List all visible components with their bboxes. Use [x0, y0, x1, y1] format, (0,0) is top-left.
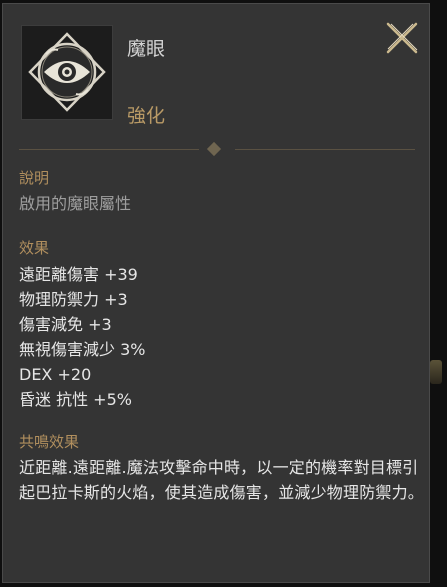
effect-item: 遠距離傷害 +39: [19, 265, 138, 284]
description-title: 說明: [19, 169, 50, 187]
item-tooltip-panel: 魔眼 強化 說明 啟用的魔眼屬性 效果 遠距離傷害 +39 物理防禦力 +3 傷…: [2, 3, 430, 583]
close-icon: [386, 22, 418, 54]
item-icon-frame: [21, 25, 113, 120]
effect-item: DEX +20: [19, 365, 92, 384]
effects-list: 遠距離傷害 +39 物理防禦力 +3 傷害減免 +3 無視傷害減少 3% DEX…: [19, 262, 145, 412]
item-name: 魔眼: [127, 38, 166, 60]
eye-emblem-icon: [28, 32, 106, 112]
resonance-text: 近距離.遠距離.魔法攻擊命中時，以一定的機率對目標引起巴拉卡斯的火焰，使其造成傷…: [19, 458, 425, 502]
description-text: 啟用的魔眼屬性: [19, 194, 132, 213]
effect-item: 物理防禦力 +3: [19, 290, 128, 309]
effect-item: 無視傷害減少 3%: [19, 340, 146, 359]
close-button[interactable]: [383, 19, 421, 57]
divider-line-right: [235, 149, 415, 150]
item-type: 強化: [127, 105, 166, 127]
effect-item: 昏迷 抗性 +5%: [19, 390, 132, 409]
side-edge-ornament: [430, 360, 442, 384]
divider-gem-icon: [206, 141, 222, 157]
effects-title: 效果: [19, 239, 50, 257]
resonance-title: 共鳴效果: [19, 433, 80, 451]
effect-item: 傷害減免 +3: [19, 315, 112, 334]
divider-line-left: [19, 149, 199, 150]
section-divider: [3, 141, 431, 157]
